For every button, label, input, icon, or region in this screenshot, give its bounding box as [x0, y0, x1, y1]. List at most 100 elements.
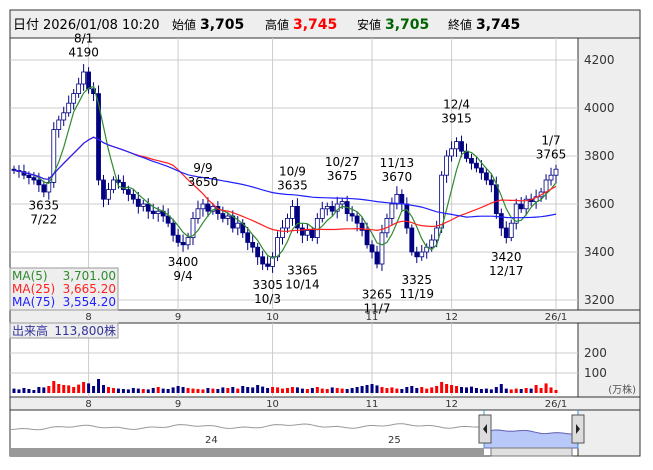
ma25-value: 3,665.20: [63, 282, 116, 296]
volume-bar: [320, 388, 324, 393]
ma5-label: MA(5): [12, 269, 48, 283]
candle: [399, 193, 405, 205]
volume-bar: [261, 386, 265, 393]
annotation-date: 8/1: [74, 31, 93, 45]
volume-bar: [216, 389, 220, 393]
candle: [220, 213, 226, 219]
open-value: 3,705: [200, 17, 244, 33]
candle: [304, 229, 310, 236]
price-axis: [577, 37, 641, 311]
candle: [498, 213, 504, 229]
volume-bar: [474, 388, 478, 393]
candle: [493, 184, 499, 215]
annotation-date: 11/13: [380, 156, 415, 170]
candle: [200, 203, 206, 210]
candle: [369, 244, 375, 253]
candle: [155, 210, 161, 214]
candle: [469, 157, 474, 164]
volume-bar: [450, 385, 454, 393]
volume-bar: [231, 387, 235, 393]
volume-bar: [246, 387, 250, 393]
volume-bar: [375, 385, 379, 393]
scroll-track[interactable]: [10, 448, 484, 456]
month-label: 12: [445, 399, 458, 410]
volume-bar: [360, 386, 364, 393]
candle: [56, 119, 62, 130]
volume-value: 113,800株: [54, 323, 116, 338]
candle: [314, 217, 320, 238]
volume-bar: [226, 388, 230, 393]
volume-bar: [27, 389, 31, 393]
candle: [404, 203, 410, 229]
volume-bar: [146, 389, 150, 393]
volume-bar: [445, 384, 449, 393]
volume-bar: [499, 384, 503, 393]
volume-bar: [534, 385, 538, 393]
volume-bar: [420, 387, 424, 393]
ma75-label: MA(75): [12, 295, 55, 309]
annotation-date: 1/7: [541, 133, 560, 147]
candle: [444, 155, 450, 176]
volume-bar: [440, 382, 444, 393]
low-value: 3,705: [385, 17, 429, 33]
volume-bar: [295, 387, 299, 393]
volume-bar: [47, 386, 51, 393]
volume-bar: [464, 387, 468, 393]
candle: [409, 227, 415, 253]
volume-bar: [460, 387, 464, 393]
volume-bar: [186, 388, 190, 393]
chart-svg: 日付 2026/01/08 10:20 始値 3,705 高値 3,745 安値…: [9, 9, 641, 457]
candle: [26, 174, 32, 178]
volume-bar: [504, 388, 508, 393]
candle: [235, 222, 241, 229]
annotation-date: 9/4: [173, 269, 192, 283]
volume-bar: [62, 385, 66, 393]
volume-bar: [281, 388, 285, 393]
volume-bar: [77, 384, 81, 393]
candle: [61, 112, 67, 121]
scrollbar-thumb[interactable]: [490, 447, 573, 457]
navigator[interactable]: 24 25: [9, 409, 641, 457]
navigator-left-handle[interactable]: [478, 414, 492, 444]
candle: [459, 141, 464, 152]
high-label: 高値: [265, 17, 289, 32]
candle: [479, 167, 484, 174]
candle: [483, 172, 489, 181]
annotation-price: 3670: [382, 170, 413, 184]
annotation-price: 3635: [277, 179, 308, 193]
ma75-value: 3,554.20: [63, 295, 116, 309]
ma5-value: 3,701.00: [63, 269, 116, 283]
price-tick-label: 3800: [584, 149, 615, 163]
stock-chart-widget: 日付 2026/01/08 10:20 始値 3,705 高値 3,745 安値…: [0, 0, 653, 470]
navigator-label-25: 25: [388, 435, 401, 446]
candle: [41, 184, 47, 193]
volume-bar: [549, 387, 553, 393]
annotation-price: 3305: [252, 278, 283, 292]
candle: [454, 141, 459, 150]
month-label: 26/1: [545, 312, 567, 323]
volume-bar: [469, 386, 473, 393]
candle: [503, 227, 509, 238]
volume-tick-label: 200: [584, 346, 607, 360]
annotation-price: 3650: [188, 175, 219, 189]
volume-bar: [111, 388, 115, 393]
candle: [125, 189, 131, 195]
candle: [135, 198, 141, 207]
volume-bar: [529, 388, 533, 393]
volume-bar: [489, 389, 493, 393]
volume-bar: [509, 389, 513, 393]
volume-bar: [12, 388, 16, 393]
volume-bar: [395, 388, 399, 393]
candle: [300, 227, 305, 236]
volume-bar: [410, 386, 414, 393]
annotation-date: 7/22: [30, 213, 57, 227]
candle: [175, 234, 181, 243]
volume-bar: [514, 388, 518, 393]
ma25-label: MA(25): [12, 282, 55, 296]
candle: [111, 179, 116, 190]
volume-bar: [42, 387, 46, 393]
candle: [329, 205, 335, 212]
volume-bar: [330, 387, 334, 393]
navigator-right-handle[interactable]: [571, 414, 585, 444]
annotation-date: 9/9: [193, 161, 212, 175]
